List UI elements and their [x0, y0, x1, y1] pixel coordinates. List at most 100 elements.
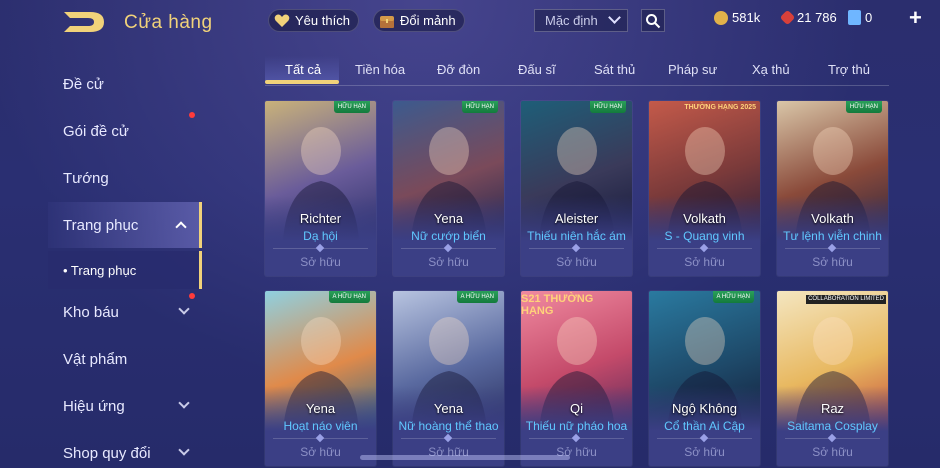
hero-name: Qi [570, 401, 583, 416]
sidebar-item-exchange-shop[interactable]: Shop quy đổi [48, 430, 202, 468]
skin-name: Dạ hội [303, 229, 338, 243]
voucher-balance: 0 [848, 10, 872, 25]
skin-tag-badge: HỮU HẠN [845, 101, 882, 113]
voucher-icon [848, 10, 861, 25]
scrollbar[interactable] [360, 455, 570, 460]
gold-value: 581k [732, 10, 761, 25]
divider [401, 438, 496, 439]
skin-tag-badge: COLLABORATION LIMITED [806, 295, 886, 304]
chevron-down-icon [608, 11, 621, 24]
skin-card[interactable]: A HỮU HẠN Yena Nữ hoàng thể thao Sở hữu [393, 291, 504, 466]
tab-mage[interactable]: Pháp sư [668, 62, 717, 77]
add-currency-button[interactable]: + [909, 7, 929, 29]
hero-name: Raz [820, 401, 845, 416]
divider [785, 438, 880, 439]
owned-status: Sở hữu [812, 255, 853, 269]
sidebar-item-label: Shop quy đổi [63, 444, 151, 462]
notification-dot [189, 293, 195, 299]
search-icon [646, 13, 661, 28]
skin-name: Thiếu niên hắc ám [527, 229, 626, 243]
skin-name: S - Quang vinh [664, 229, 745, 243]
active-tab-indicator [265, 80, 339, 84]
category-tabs: Tất cả Tiền hóa Đỡ đòn Đấu sĩ Sát thủ Ph… [265, 58, 889, 86]
skin-card[interactable]: COLLABORATION LIMITED Raz Saitama Cosplay S… [777, 291, 888, 466]
sidebar-item-featured-packs[interactable]: Gói đề cử [48, 108, 202, 154]
wishlist-label: Yêu thích [295, 13, 350, 28]
skin-tag-badge: HỮU HẠN [461, 101, 498, 113]
sidebar-item-label: Gói đề cử [63, 122, 129, 140]
exchange-shards-button[interactable]: Đổi mảnh [373, 9, 465, 32]
divider [657, 248, 752, 249]
owned-status: Sở hữu [812, 445, 853, 459]
divider [273, 438, 368, 439]
sidebar-item-label: Kho báu [63, 303, 119, 321]
skin-card[interactable]: HỮU HẠN Volkath Tư lệnh viễn chinh Sở hữu [777, 101, 888, 276]
gold-balance: 581k [714, 10, 760, 25]
tab-all[interactable]: Tất cả [285, 62, 321, 77]
sidebar-item-label: Trang phục [63, 216, 139, 234]
wishlist-button[interactable]: Yêu thích [268, 9, 359, 32]
skin-card[interactable]: HỮU HẠN Aleister Thiếu niên hắc ám Sở hữu [521, 101, 632, 276]
divider [529, 438, 624, 439]
tab-support[interactable]: Trợ thủ [828, 62, 870, 77]
chevron-down-icon [178, 303, 190, 315]
search-button[interactable] [641, 9, 665, 32]
sidebar-item-heroes[interactable]: Tướng [48, 155, 202, 201]
top-bar: Cửa hàng Yêu thích Đổi mảnh Mặc định 581… [0, 0, 940, 42]
owned-status: Sở hữu [684, 445, 725, 459]
skin-name: Nữ hoàng thể thao [398, 419, 499, 433]
skin-tag-badge: A HỮU HẠN [712, 291, 754, 303]
sidebar-item-items[interactable]: Vật phẩm [48, 336, 202, 382]
hero-name: Yena [305, 401, 336, 416]
sort-dropdown[interactable]: Mặc định [534, 9, 628, 32]
owned-status: Sở hữu [684, 255, 725, 269]
skin-name: Nữ cướp biển [411, 229, 486, 243]
divider [401, 248, 496, 249]
skin-tag-badge: HỮU HẠN [333, 101, 370, 113]
divider [785, 248, 880, 249]
skin-card[interactable]: S21 THƯỜNG HẠNG Qi Thiếu nữ pháo hoa Sở hữu [521, 291, 632, 466]
skin-tag-badge: S21 THƯỜNG HẠNG [521, 293, 594, 317]
chevron-up-icon [175, 221, 187, 233]
owned-status: Sở hữu [556, 255, 597, 269]
hero-name: Ngộ Không [671, 401, 738, 416]
skin-card[interactable]: THƯỜNG HẠNG 2025 Volkath S - Quang vinh Sở … [649, 101, 760, 276]
sidebar-item-effects[interactable]: Hiệu ứng [48, 383, 202, 429]
sidebar-item-label: Tướng [63, 169, 109, 187]
skin-card[interactable]: A HỮU HẠN Ngộ Không Cổ thần Ai Cập Sở hữu [649, 291, 760, 466]
skin-card[interactable]: HỮU HẠN Yena Nữ cướp biển Sở hữu [393, 101, 504, 276]
sort-value: Mặc định [545, 13, 598, 28]
tab-marksman[interactable]: Xạ thủ [752, 62, 790, 77]
divider [529, 248, 624, 249]
owned-status: Sở hữu [300, 255, 341, 269]
skin-card[interactable]: HỮU HẠN Richter Dạ hội Sở hữu [265, 101, 376, 276]
sidebar-item-featured[interactable]: Đề cử [48, 61, 202, 107]
skin-card[interactable]: A HỮU HẠN Yena Hoạt náo viên Sở hữu [265, 291, 376, 466]
sidebar-subitem-skins[interactable]: • Trang phục [48, 251, 202, 289]
tab-fighter[interactable]: Đấu sĩ [518, 62, 556, 77]
skin-name: Thiếu nữ pháo hoa [525, 419, 628, 433]
exchange-label: Đổi mảnh [400, 13, 456, 28]
hero-name: Yena [433, 211, 464, 226]
divider [273, 248, 368, 249]
hero-name: Richter [299, 211, 342, 226]
tab-tank[interactable]: Đỡ đòn [437, 62, 480, 77]
page-title: Cửa hàng [124, 12, 213, 33]
ruby-balance: 21 786 [779, 9, 837, 26]
gold-coin-icon [714, 10, 728, 25]
notification-dot [189, 112, 195, 118]
skin-tag-badge: HỮU HẠN [589, 101, 626, 113]
skin-tag-badge: THƯỜNG HẠNG 2025 [684, 104, 756, 111]
skin-name: Hoạt náo viên [283, 419, 358, 433]
skin-tag-badge: A HỮU HẠN [328, 291, 370, 303]
tab-evolution[interactable]: Tiền hóa [355, 62, 405, 77]
treasure-chest-icon [378, 12, 396, 30]
sidebar-item-treasure[interactable]: Kho báu [48, 289, 202, 335]
sidebar-item-skins[interactable]: Trang phục [48, 202, 202, 248]
sidebar-item-label: Đề cử [63, 75, 104, 93]
tab-assassin[interactable]: Sát thủ [594, 62, 635, 77]
hero-name: Aleister [554, 211, 599, 226]
skin-tag-badge: A HỮU HẠN [456, 291, 498, 303]
sidebar-item-label: Hiệu ứng [63, 397, 125, 415]
skin-name: Tư lệnh viễn chinh [783, 229, 882, 243]
